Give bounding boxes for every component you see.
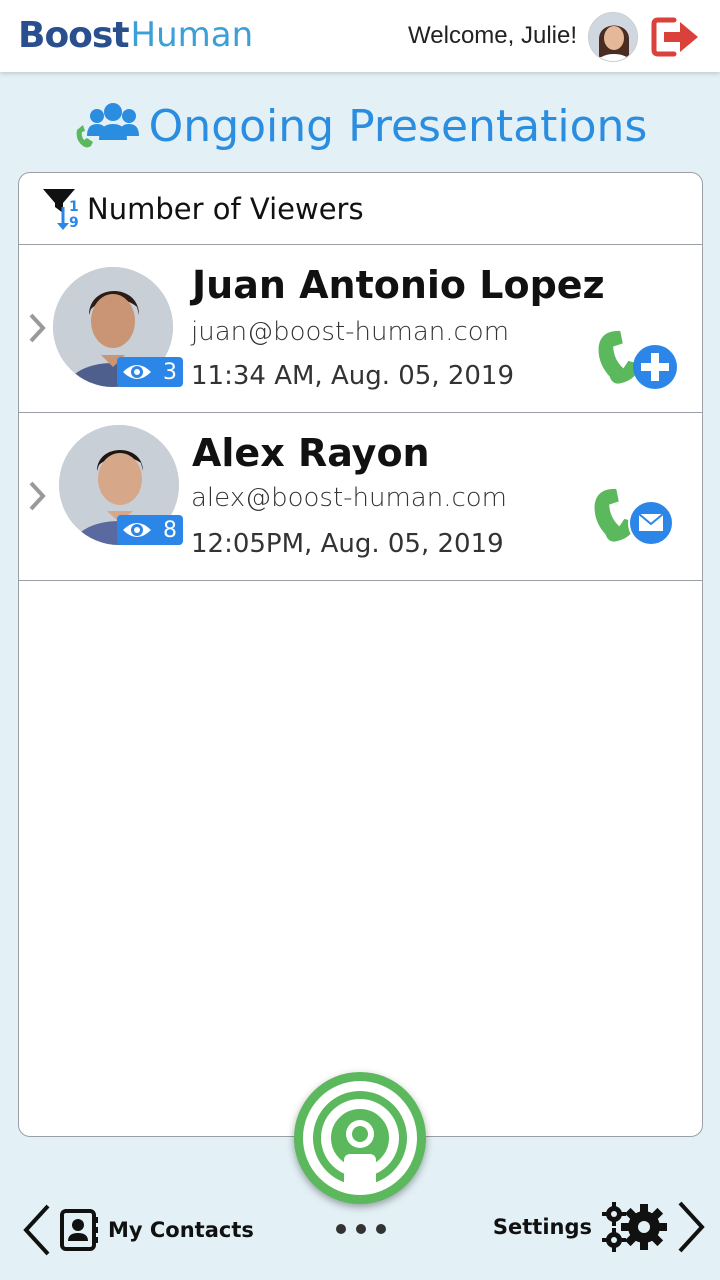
user-avatar[interactable] bbox=[588, 12, 638, 62]
presenter-name: Juan Antonio Lopez bbox=[192, 263, 605, 307]
presentation-time: 11:34 AM, Aug. 05, 2019 bbox=[191, 361, 515, 391]
sort-filter-icon[interactable]: 1 9 bbox=[41, 187, 85, 231]
broadcast-icon bbox=[303, 1081, 417, 1195]
presentation-row[interactable]: 3 Juan Antonio Lopez juan@boost-human.co… bbox=[19, 245, 702, 413]
chevron-right-icon[interactable] bbox=[25, 479, 49, 513]
logout-icon[interactable] bbox=[650, 14, 700, 60]
presenter-email: alex@boost-human.com bbox=[191, 483, 508, 513]
gears-icon bbox=[602, 1202, 667, 1252]
logo-human-text: Human bbox=[130, 15, 254, 55]
app-header: Boost Human Welcome, Julie! bbox=[0, 0, 720, 72]
viewer-count-badge: 8 bbox=[117, 515, 183, 545]
viewer-count-badge: 3 bbox=[117, 357, 183, 387]
phone-mail-icon[interactable] bbox=[589, 457, 679, 552]
more-options-icon[interactable] bbox=[334, 1222, 388, 1236]
settings-label: Settings bbox=[492, 1215, 592, 1239]
svg-text:9: 9 bbox=[69, 215, 79, 231]
presenter-name: Alex Rayon bbox=[192, 431, 430, 475]
viewer-count: 3 bbox=[163, 359, 177, 385]
section-header: Ongoing Presentations bbox=[0, 96, 720, 156]
contacts-book-icon bbox=[60, 1209, 98, 1251]
boost-human-logo: Boost Human bbox=[18, 14, 253, 56]
presentation-row[interactable]: 8 Alex Rayon alex@boost-human.com 12:05P… bbox=[19, 413, 702, 581]
chevron-right-icon[interactable] bbox=[25, 311, 49, 345]
presentations-card: 1 9 Number of Viewers 3 Juan Antonio Lop… bbox=[18, 172, 703, 1137]
sort-label: Number of Viewers bbox=[87, 191, 364, 226]
welcome-message: Welcome, Julie! bbox=[408, 22, 577, 49]
phone-add-icon[interactable] bbox=[593, 299, 683, 394]
broadcast-button[interactable] bbox=[294, 1072, 426, 1204]
presentation-time: 12:05PM, Aug. 05, 2019 bbox=[191, 529, 504, 559]
my-contacts-label: My Contacts bbox=[108, 1218, 254, 1242]
group-call-icon bbox=[76, 103, 139, 148]
page-title: Ongoing Presentations bbox=[148, 100, 648, 152]
viewer-count: 8 bbox=[163, 517, 177, 543]
chevron-right-icon[interactable] bbox=[674, 1199, 706, 1255]
my-contacts-nav[interactable]: My Contacts bbox=[20, 1200, 254, 1260]
eye-icon bbox=[123, 523, 151, 537]
eye-icon bbox=[123, 365, 151, 379]
svg-text:1: 1 bbox=[69, 199, 79, 215]
sort-bar[interactable]: 1 9 Number of Viewers bbox=[19, 173, 702, 245]
settings-nav[interactable]: Settings bbox=[493, 1196, 706, 1258]
chevron-left-icon[interactable] bbox=[20, 1202, 54, 1258]
logo-boost-text: Boost bbox=[18, 14, 130, 56]
presenter-email: juan@boost-human.com bbox=[191, 317, 510, 347]
